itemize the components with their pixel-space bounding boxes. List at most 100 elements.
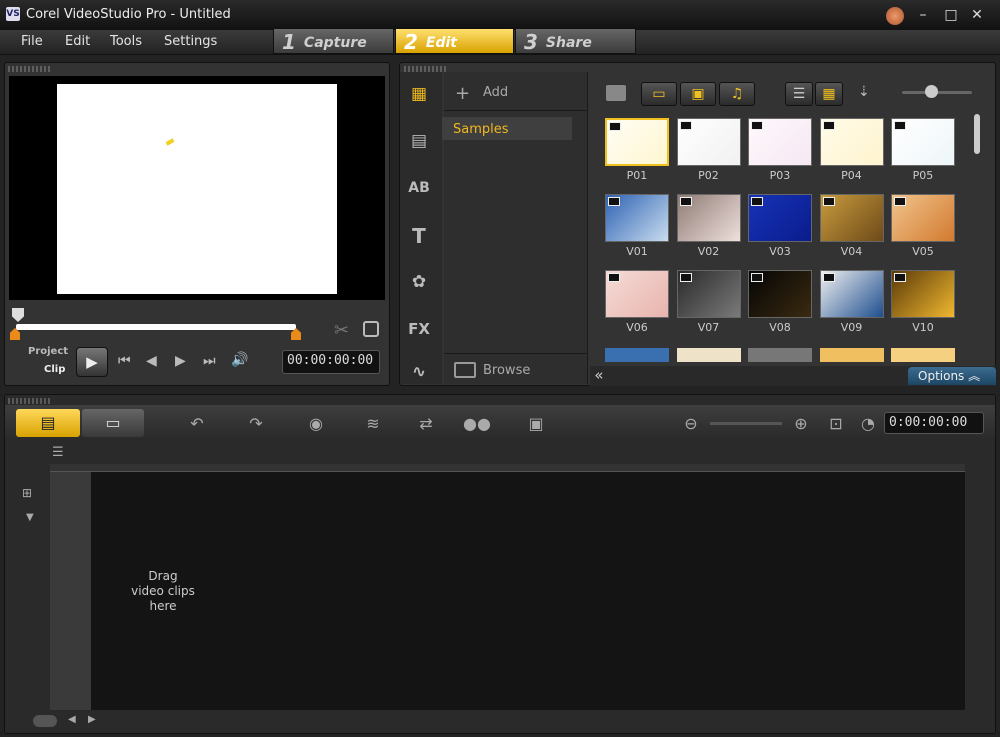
media-thumbnail[interactable]: V10 [890, 266, 956, 336]
options-button[interactable]: Options ︽ [908, 367, 996, 385]
media-type-icon [822, 121, 835, 130]
show-audio-button[interactable]: ♫ [719, 82, 755, 106]
tab-capture[interactable]: 1 Capture [273, 28, 394, 54]
show-photos-button[interactable]: ▣ [680, 82, 716, 106]
media-thumbnail-partial[interactable] [676, 348, 741, 362]
media-thumbnail[interactable]: P02 [676, 114, 742, 184]
thumbnail-label: V02 [697, 245, 720, 258]
track-options-icon[interactable]: ⊞ [22, 486, 32, 500]
undo-icon[interactable]: ↶ [182, 414, 212, 433]
instant-project-tab[interactable]: ▤ [405, 127, 433, 155]
media-thumbnail[interactable]: V01 [604, 190, 670, 260]
media-thumbnail[interactable]: V05 [890, 190, 956, 260]
browse-button[interactable]: Browse [483, 363, 530, 378]
library-scrollbar-thumb[interactable] [974, 114, 980, 154]
storyboard-area[interactable] [91, 472, 965, 710]
media-thumbnail[interactable]: P04 [819, 114, 885, 184]
add-folder-plus-icon[interactable]: + [455, 83, 470, 104]
panel-grip[interactable] [8, 66, 52, 72]
storyboard-view-button[interactable]: ▤ [16, 409, 80, 437]
media-thumbnail[interactable]: V03 [747, 190, 813, 260]
title-bar[interactable]: VS Corel VideoStudio Pro - Untitled – □ … [0, 0, 1000, 30]
scroll-right-icon[interactable]: ▶ [88, 714, 96, 725]
media-thumbnail[interactable]: P03 [747, 114, 813, 184]
timeline-grip[interactable] [8, 398, 52, 404]
add-folder-button[interactable]: Add [483, 85, 508, 100]
list-view-button[interactable]: ☰ [785, 82, 813, 106]
minimize-button[interactable]: – [912, 6, 934, 24]
auto-music-icon[interactable]: ⇄ [411, 414, 441, 433]
menu-settings[interactable]: Settings [164, 34, 217, 49]
project-mode-label[interactable]: Project [28, 346, 68, 357]
tab-edit[interactable]: 2 Edit [395, 28, 514, 54]
media-thumbnail[interactable]: V08 [747, 266, 813, 336]
media-thumbnail[interactable]: V09 [819, 266, 885, 336]
track-dropdown-icon[interactable]: ▼ [26, 512, 34, 523]
zoom-slider[interactable] [710, 422, 782, 425]
media-thumbnail-partial[interactable] [748, 348, 812, 362]
path-tab[interactable]: ∿ [405, 362, 433, 382]
menu-tools[interactable]: Tools [110, 34, 142, 49]
next-frame-button[interactable]: ▶ [175, 353, 186, 369]
media-thumbnail-partial[interactable] [819, 348, 884, 362]
volume-icon[interactable]: 🔊 [231, 352, 248, 368]
media-thumbnail-partial[interactable] [891, 348, 955, 362]
media-thumbnail[interactable]: V02 [676, 190, 742, 260]
scrubber-bar[interactable] [16, 324, 296, 330]
filter-tab[interactable]: FX [405, 315, 433, 343]
menu-edit[interactable]: Edit [65, 34, 90, 49]
motion-tracking-icon[interactable]: ●● [462, 414, 492, 433]
enlarge-preview-icon[interactable] [363, 321, 379, 337]
go-to-end-button[interactable]: ⏭ [203, 353, 216, 369]
project-duration-icon[interactable]: ◔ [853, 414, 883, 433]
scroll-left-icon[interactable]: ◀ [68, 714, 76, 725]
fit-project-icon[interactable]: ⊡ [821, 414, 851, 433]
media-type-icon [608, 197, 620, 206]
record-capture-icon[interactable]: ◉ [301, 414, 331, 433]
add-track-button[interactable] [33, 715, 57, 727]
thumbnail-view-button[interactable]: ▦ [815, 82, 843, 106]
thumbnail-image [819, 270, 884, 318]
tab-share[interactable]: 3 Share [515, 28, 636, 54]
player-timecode[interactable]: 00:00:00:00 [282, 350, 380, 374]
close-button[interactable]: ✕ [966, 6, 988, 24]
thumbnail-image [819, 118, 884, 166]
preview-canvas[interactable] [57, 84, 337, 294]
thumbnail-size-slider-knob[interactable] [925, 85, 938, 98]
browse-folder-icon[interactable] [454, 362, 476, 378]
redo-icon[interactable]: ↷ [241, 414, 271, 433]
show-videos-button[interactable]: ▭ [641, 82, 677, 106]
graphic-tab[interactable]: ✿ [405, 268, 433, 296]
split-clip-scissors-icon[interactable]: ✂ [334, 320, 349, 341]
media-thumbnail[interactable]: V07 [676, 266, 742, 336]
media-library-tab[interactable]: ▦ [405, 80, 433, 108]
sort-icon[interactable]: ⇣ [858, 84, 870, 100]
zoom-out-icon[interactable]: ⊖ [676, 414, 706, 433]
zoom-in-icon[interactable]: ⊕ [786, 414, 816, 433]
transition-tab[interactable]: AB [405, 174, 433, 202]
divider [444, 353, 588, 354]
track-manager-icon[interactable]: ☰ [52, 445, 78, 460]
media-thumbnail[interactable]: P05 [890, 114, 956, 184]
go-to-start-button[interactable]: ⏮ [118, 353, 131, 369]
folder-icon[interactable] [606, 85, 626, 101]
media-thumbnail[interactable]: V04 [819, 190, 885, 260]
maximize-button[interactable]: □ [940, 6, 962, 24]
play-button[interactable]: ▶ [76, 347, 108, 377]
media-thumbnail[interactable]: P01 [604, 114, 670, 184]
subtitle-editor-icon[interactable]: ▣ [521, 414, 551, 433]
collapse-library-button[interactable]: « [590, 366, 608, 386]
timeline-ruler[interactable] [50, 464, 965, 472]
thumbnail-label: P01 [626, 169, 648, 182]
thumbnail-image [748, 194, 812, 242]
clip-mode-label[interactable]: Clip [44, 364, 65, 375]
media-thumbnail-partial[interactable] [605, 348, 669, 362]
media-thumbnail[interactable]: V06 [604, 266, 670, 336]
timeline-timecode[interactable]: 0:00:00:00 [884, 412, 984, 434]
help-globe-icon[interactable] [886, 7, 904, 25]
previous-frame-button[interactable]: ◀ [146, 353, 157, 369]
menu-file[interactable]: File [21, 34, 43, 49]
sound-mixer-icon[interactable]: ≋ [358, 414, 388, 433]
title-tab[interactable]: T [405, 222, 433, 250]
timeline-view-button[interactable]: ▭ [82, 409, 144, 437]
